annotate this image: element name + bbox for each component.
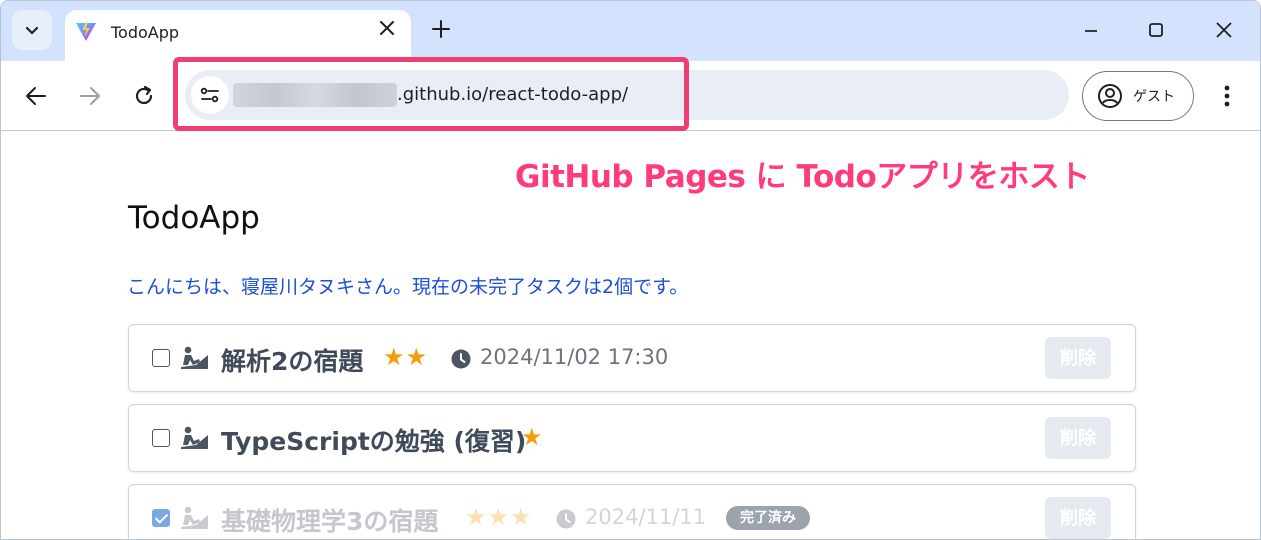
account-icon [1098, 84, 1122, 108]
person-working-icon [181, 346, 208, 369]
guest-label: ゲスト [1133, 89, 1175, 105]
todo-name: 解析2の宿題 [221, 347, 364, 376]
person-working-icon [181, 426, 208, 449]
chevron-down-icon [25, 26, 39, 35]
todo-checkbox[interactable] [152, 349, 170, 367]
tab-search-button[interactable] [12, 10, 52, 50]
maximize-icon [1149, 23, 1163, 37]
vite-favicon-icon [76, 21, 96, 41]
browser-menu-button[interactable] [1213, 81, 1241, 111]
todo-name: 基礎物理学3の宿題 [221, 507, 439, 536]
new-tab-button[interactable] [429, 15, 453, 45]
todo-deadline: 2024/11/11 [585, 505, 707, 529]
todo-item: 基礎物理学3の宿題 ★★★ 2024/11/11 完了済み 削除 [128, 484, 1136, 539]
priority-stars: ★ [521, 423, 544, 451]
plus-icon [432, 20, 450, 38]
clock-icon [451, 349, 471, 369]
todo-name: TypeScriptの勉強 (復習) [221, 427, 527, 456]
todo-item: 解析2の宿題 ★★ 2024/11/02 17:30 削除 [128, 324, 1136, 392]
todo-checkbox[interactable] [152, 429, 170, 447]
priority-stars: ★★★ [465, 503, 533, 531]
completed-badge: 完了済み [726, 506, 810, 530]
reload-button[interactable] [129, 81, 159, 111]
clock-icon [556, 509, 576, 529]
close-icon[interactable] [375, 18, 399, 42]
delete-button[interactable]: 削除 [1045, 417, 1111, 459]
todo-checkbox[interactable] [152, 509, 170, 527]
person-working-icon [181, 506, 208, 529]
delete-button[interactable]: 削除 [1045, 337, 1111, 379]
tab-strip: TodoApp [1, 1, 1260, 61]
reload-icon [135, 85, 153, 105]
greeting-text: こんにちは、寝屋川タヌキさん。現在の未完了タスクは2個です。 [127, 276, 689, 298]
page-title: TodoApp [128, 200, 260, 236]
guest-profile-button[interactable]: ゲスト [1082, 71, 1194, 121]
back-icon [26, 87, 46, 105]
url-highlight-box [173, 57, 689, 131]
back-button[interactable] [21, 81, 51, 111]
priority-stars: ★★ [383, 343, 429, 371]
forward-icon [80, 87, 100, 105]
more-vert-icon [1224, 85, 1230, 107]
tab-todoapp[interactable]: TodoApp [65, 10, 411, 61]
delete-button[interactable]: 削除 [1045, 497, 1111, 539]
todo-item: TypeScriptの勉強 (復習) ★ 削除 [128, 404, 1136, 472]
browser-window: TodoApp .github.io/react-todo-app/ ゲスト G… [0, 0, 1261, 540]
forward-button[interactable] [75, 81, 105, 111]
annotation-caption: GitHub Pages に Todoアプリをホスト [515, 159, 1090, 195]
maximize-button[interactable] [1141, 15, 1171, 45]
todo-deadline: 2024/11/02 17:30 [480, 345, 669, 369]
window-close-button[interactable] [1209, 15, 1239, 45]
minimize-icon [1085, 30, 1097, 32]
close-icon [1216, 22, 1232, 38]
minimize-button[interactable] [1076, 15, 1106, 45]
tab-title: TodoApp [111, 23, 180, 42]
